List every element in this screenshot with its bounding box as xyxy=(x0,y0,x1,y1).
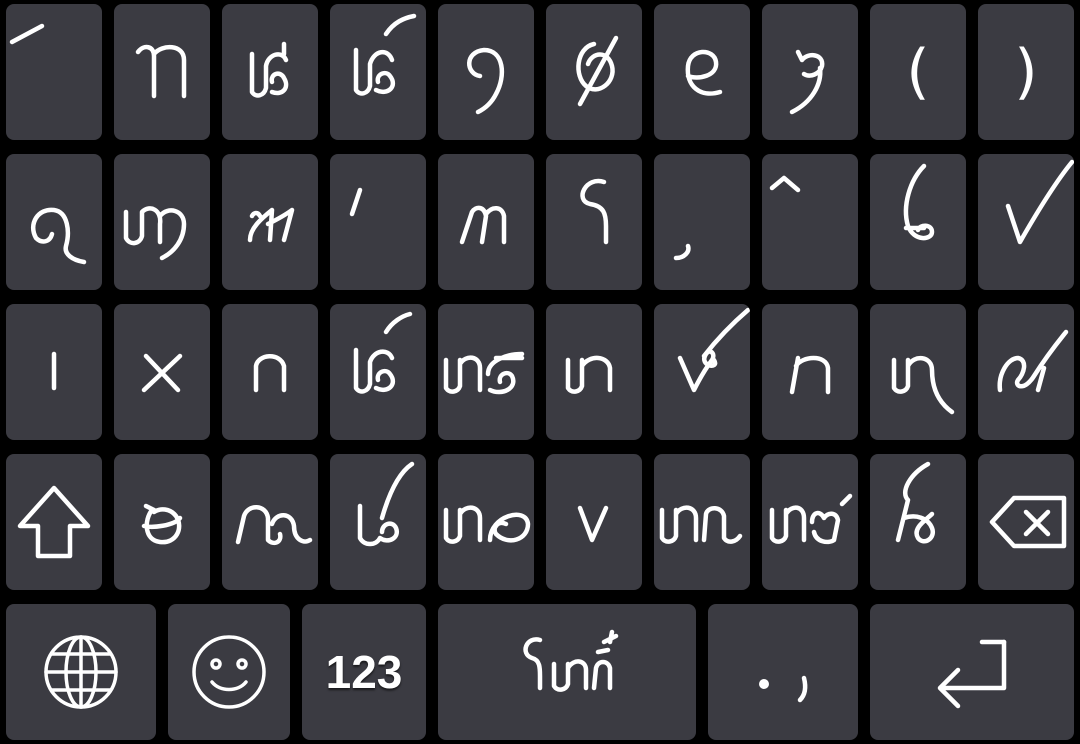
script-letter-glyph xyxy=(891,356,955,415)
return-arrow-icon xyxy=(937,639,1007,709)
script-letter-glyph xyxy=(141,353,183,393)
key-r4-c9[interactable] xyxy=(870,454,966,590)
script-letter-glyph xyxy=(30,207,87,265)
backspace-key[interactable] xyxy=(978,454,1074,590)
script-letter-glyph xyxy=(769,493,853,545)
script-letter-glyph xyxy=(353,13,417,96)
script-numeral-glyph xyxy=(467,47,505,115)
script-letter-glyph xyxy=(51,351,57,391)
script-letter-glyph xyxy=(443,505,531,544)
key-r4-c5[interactable] xyxy=(438,454,534,590)
key-r1-c3[interactable] xyxy=(222,4,318,140)
open-paren-label: ( xyxy=(906,37,930,107)
script-letter-glyph xyxy=(659,505,743,544)
script-letter-glyph xyxy=(123,206,187,261)
script-letter-glyph xyxy=(903,163,935,241)
backspace-icon xyxy=(989,495,1067,549)
shift-key[interactable] xyxy=(6,454,102,590)
script-letter-glyph xyxy=(235,505,313,546)
key-r2-c5[interactable] xyxy=(438,154,534,290)
script-letter-glyph xyxy=(459,205,507,245)
language-key[interactable] xyxy=(6,604,156,740)
key-r3-c10[interactable] xyxy=(978,304,1074,440)
script-letter-glyph xyxy=(577,505,609,543)
script-letter-glyph xyxy=(135,44,187,99)
script-letter-glyph xyxy=(357,461,415,547)
script-letter-glyph xyxy=(895,461,936,544)
key-r2-c1[interactable] xyxy=(6,154,102,290)
globe-icon xyxy=(44,635,118,709)
space-key[interactable] xyxy=(438,604,696,740)
script-letter-glyph xyxy=(141,503,183,545)
key-r1-c10[interactable]: ) xyxy=(978,4,1074,140)
key-r1-c4[interactable] xyxy=(330,4,426,140)
script-word-glyph xyxy=(523,629,619,692)
numbers-key[interactable]: 123 xyxy=(302,604,426,740)
key-r1-c6[interactable] xyxy=(546,4,642,140)
key-r2-c6[interactable] xyxy=(546,154,642,290)
checkmark-glyph xyxy=(1005,159,1074,245)
key-r1-c7[interactable] xyxy=(654,4,750,140)
emoji-key[interactable] xyxy=(168,604,290,740)
key-r2-c10[interactable] xyxy=(978,154,1074,290)
script-numeral-glyph xyxy=(789,49,825,115)
close-paren-label: ) xyxy=(1014,37,1038,107)
script-letter-glyph xyxy=(353,311,413,394)
key-r1-c5[interactable] xyxy=(438,4,534,140)
key-r3-c8[interactable] xyxy=(762,304,858,440)
punctuation-key[interactable] xyxy=(708,604,858,740)
key-r1-c1[interactable] xyxy=(6,4,102,140)
key-r2-c3[interactable] xyxy=(222,154,318,290)
key-r3-c9[interactable] xyxy=(870,304,966,440)
key-r2-c4[interactable] xyxy=(330,154,426,290)
key-r2-c7[interactable] xyxy=(654,154,750,290)
key-r4-c6[interactable] xyxy=(546,454,642,590)
smiley-icon xyxy=(192,635,266,709)
key-r2-c8[interactable] xyxy=(762,154,858,290)
key-r4-c7[interactable] xyxy=(654,454,750,590)
key-r3-c6[interactable] xyxy=(546,304,642,440)
script-numeral-glyph xyxy=(576,35,619,107)
script-letter-glyph xyxy=(565,355,613,394)
script-mark-glyph xyxy=(673,243,691,261)
key-r2-c2[interactable] xyxy=(114,154,210,290)
enter-key[interactable] xyxy=(870,604,1074,740)
script-letter-glyph xyxy=(247,207,295,243)
key-r3-c5[interactable] xyxy=(438,304,534,440)
period-comma-glyph xyxy=(759,675,808,703)
key-r3-c7[interactable] xyxy=(654,304,750,440)
script-letter-glyph xyxy=(580,178,609,245)
script-letter-glyph xyxy=(443,351,525,395)
key-r4-c2[interactable] xyxy=(114,454,210,590)
key-r3-c1[interactable] xyxy=(6,304,102,440)
key-r3-c4[interactable] xyxy=(330,304,426,440)
key-r1-c9[interactable]: ( xyxy=(870,4,966,140)
accent-mark-glyph xyxy=(349,187,363,217)
key-r2-c9[interactable] xyxy=(870,154,966,290)
accent-mark-glyph xyxy=(9,23,45,45)
script-letter-glyph xyxy=(997,329,1069,393)
key-r4-c4[interactable] xyxy=(330,454,426,590)
script-letter-glyph xyxy=(253,354,287,393)
shift-arrow-icon xyxy=(17,485,91,559)
key-r1-c2[interactable] xyxy=(114,4,210,140)
script-letter-glyph xyxy=(677,307,750,393)
key-r3-c2[interactable] xyxy=(114,304,210,440)
key-r4-c3[interactable] xyxy=(222,454,318,590)
key-r1-c8[interactable] xyxy=(762,4,858,140)
script-numeral-glyph xyxy=(685,49,723,96)
key-r4-c8[interactable] xyxy=(762,454,858,590)
key-r3-c3[interactable] xyxy=(222,304,318,440)
script-mark-glyph xyxy=(769,175,801,193)
script-letter-glyph xyxy=(249,41,289,98)
numbers-key-label: 123 xyxy=(325,646,403,698)
script-letter-glyph xyxy=(789,355,831,395)
keyboard: ( ) 123 xyxy=(0,0,1080,744)
